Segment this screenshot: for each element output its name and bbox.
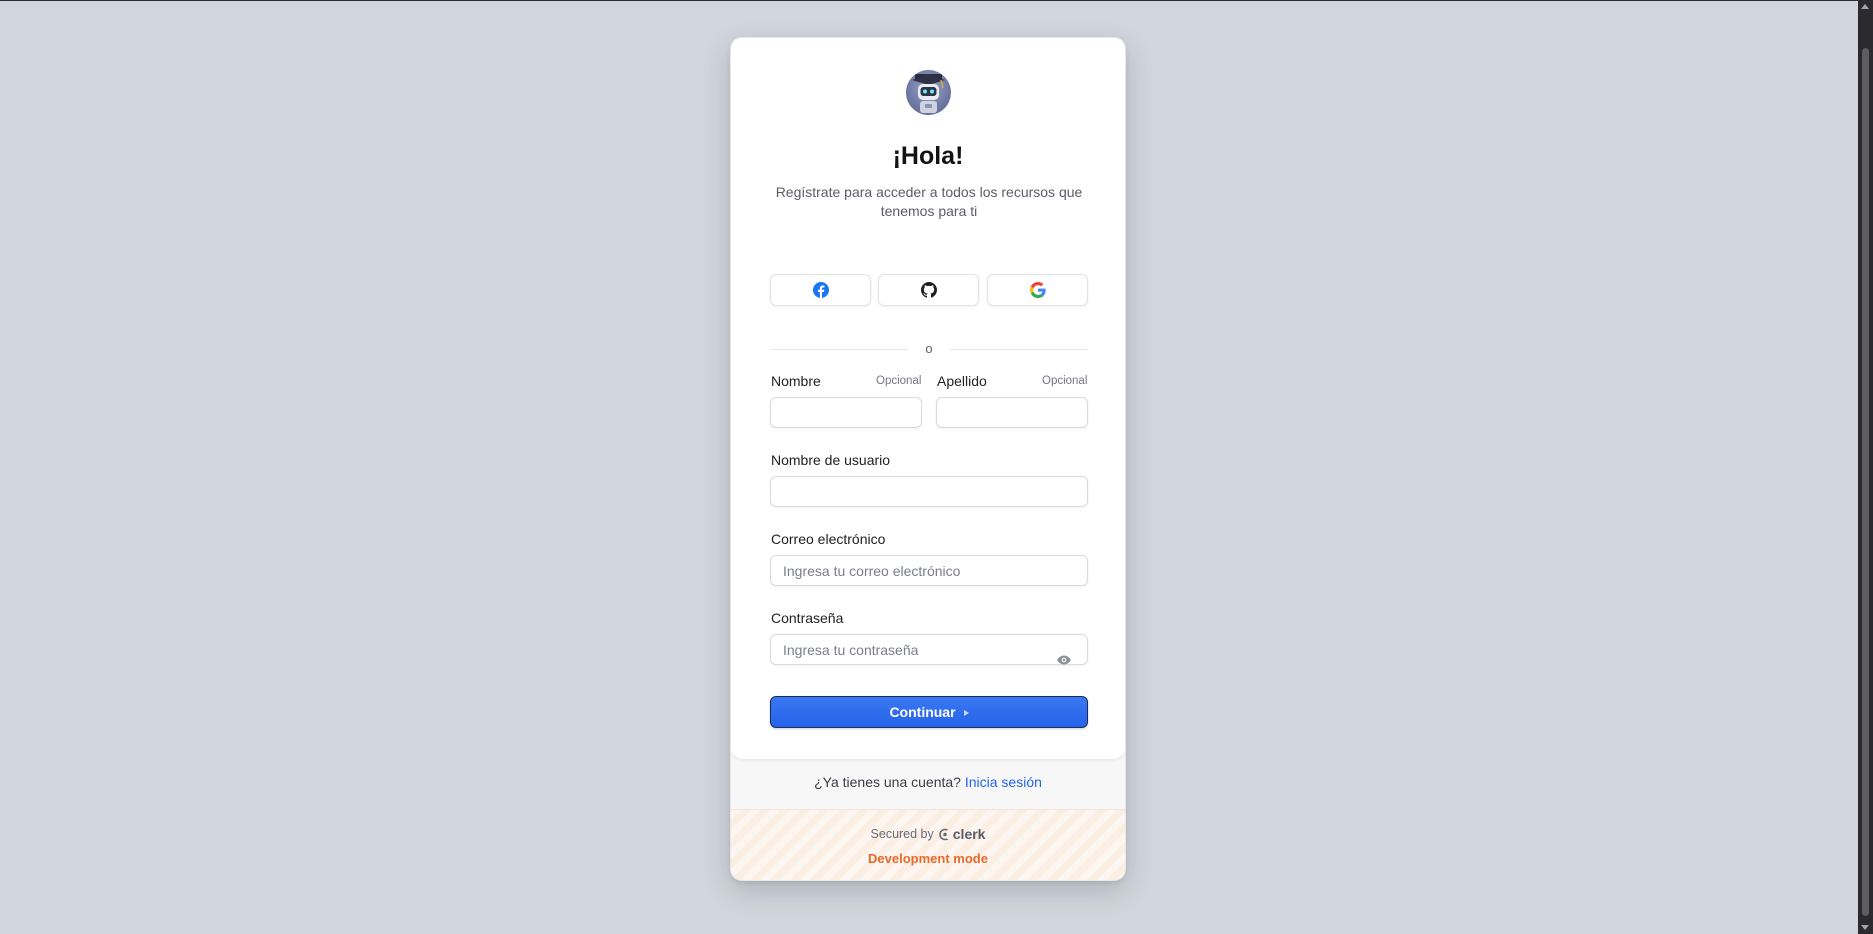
continue-button[interactable]: Continuar (770, 696, 1088, 728)
signup-card-body: ¡Hola! Regístrate para acceder a todos l… (731, 38, 1125, 759)
first-name-input[interactable] (770, 397, 922, 428)
clerk-brand-text: clerk (952, 826, 986, 842)
facebook-signin-button[interactable] (770, 274, 871, 306)
email-input[interactable] (770, 555, 1088, 586)
first-name-optional-tag: Opcional (876, 375, 922, 387)
signin-prompt: ¿Ya tienes una cuenta? Inicia sesión (731, 774, 1125, 790)
clerk-logo-icon (938, 828, 951, 840)
email-label: Correo electrónico (771, 531, 886, 547)
page-scrollbar[interactable] (1858, 0, 1873, 934)
continue-button-label: Continuar (889, 704, 956, 720)
development-mode-label: Development mode (868, 851, 988, 866)
scroll-thumb[interactable] (1862, 48, 1869, 916)
signup-card: ¡Hola! Regístrate para acceder a todos l… (730, 37, 1126, 881)
last-name-optional-tag: Opcional (1042, 375, 1088, 387)
development-footer: Secured by clerk Development mode (731, 809, 1125, 880)
clerk-logo[interactable]: clerk (938, 826, 986, 842)
or-divider: o (770, 339, 1088, 359)
eye-icon[interactable] (1056, 652, 1072, 668)
google-signin-button[interactable] (987, 274, 1088, 306)
github-signin-button[interactable] (878, 274, 979, 306)
signin-link[interactable]: Inicia sesión (965, 774, 1042, 790)
scroll-up-arrow-icon[interactable] (1861, 4, 1869, 9)
last-name-input[interactable] (936, 397, 1088, 428)
secured-by-text: Secured by (870, 827, 934, 841)
signin-prompt-text: ¿Ya tienes una cuenta? (814, 774, 961, 790)
window-top-border (0, 0, 1858, 1)
github-icon (920, 282, 937, 298)
page-title: ¡Hola! (892, 142, 964, 170)
app-logo-robot-icon (906, 70, 951, 115)
last-name-label: Apellido (937, 373, 987, 389)
username-input[interactable] (770, 476, 1088, 507)
first-name-label: Nombre (771, 373, 821, 389)
secured-by-clerk: Secured by clerk (731, 826, 1125, 842)
username-label: Nombre de usuario (771, 452, 891, 468)
facebook-icon (812, 282, 829, 298)
password-label: Contraseña (771, 610, 844, 626)
page-subtitle: Regístrate para acceder a todos los recu… (775, 184, 1083, 219)
scroll-down-arrow-icon[interactable] (1861, 925, 1869, 930)
google-icon (1029, 282, 1046, 298)
social-buttons (770, 274, 1088, 308)
password-input[interactable] (770, 634, 1088, 665)
caret-right-icon (963, 709, 969, 716)
divider-line-right (950, 349, 1088, 350)
